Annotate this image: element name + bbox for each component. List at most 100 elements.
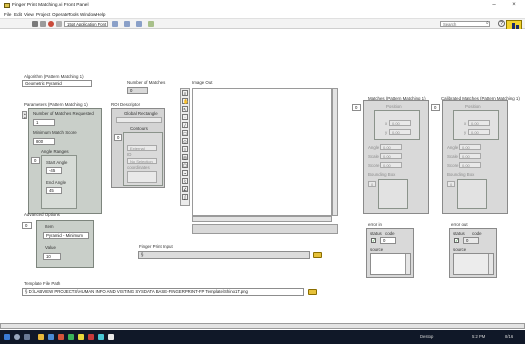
- min-match-score-input[interactable]: 800: [33, 138, 55, 145]
- menu-file[interactable]: File: [4, 12, 11, 17]
- template-browse-folder-icon[interactable]: [308, 289, 317, 295]
- panel-horizontal-scrollbar[interactable]: [0, 323, 525, 329]
- search-icon[interactable]: ⌕: [486, 20, 492, 27]
- contour-cluster: External ID No Selection coordinates: [123, 132, 163, 186]
- polygon-tool-icon[interactable]: ⬠: [182, 162, 188, 168]
- browser-icon[interactable]: [98, 334, 104, 340]
- contour-coordinates-array[interactable]: [127, 171, 157, 183]
- image-status-bar: [192, 224, 338, 234]
- angle-range-cluster: Start Angle -45 End Angle 45: [41, 155, 77, 209]
- file-explorer-icon[interactable]: [38, 334, 44, 340]
- start-angle-input[interactable]: -45: [46, 167, 62, 174]
- advanced-options-index[interactable]: 0: [22, 222, 32, 229]
- menu-window[interactable]: Window: [80, 12, 96, 17]
- task-view-icon[interactable]: [24, 334, 30, 340]
- font-select[interactable]: 15pt Application Font: [64, 21, 108, 27]
- advanced-item-ring[interactable]: Pyramid - Minimum: [43, 232, 89, 239]
- annulus-tool-icon[interactable]: ◎: [182, 154, 188, 160]
- rectangle-tool-icon[interactable]: □: [182, 130, 188, 136]
- advanced-options-cluster: Item Pyramid - Minimum Value 10: [36, 220, 94, 268]
- template-file-path-input[interactable]: § D:\LABVIEW PROJECTS\HUMAN INFO AND VIS…: [22, 288, 304, 296]
- tray-time: 5:2 PM: [472, 334, 486, 339]
- close-button[interactable]: ×: [508, 1, 520, 10]
- help-icon[interactable]: ?: [498, 20, 505, 27]
- window-title: Finger Print Matching.vi Front Panel: [12, 3, 89, 8]
- error-out-cluster: status code ✓ 0 source: [449, 228, 497, 278]
- calibrated-y-value: 0.00: [468, 129, 490, 135]
- office-icon[interactable]: [58, 334, 64, 340]
- matches-index[interactable]: 0: [352, 104, 361, 111]
- point-tool-icon[interactable]: ·: [182, 114, 188, 120]
- matches-scale-value: 0.00: [380, 153, 402, 159]
- image-vertical-scrollbar[interactable]: [332, 88, 338, 216]
- menu-operate[interactable]: Operate: [52, 12, 69, 17]
- select-arrow-icon[interactable]: ↖: [182, 106, 188, 112]
- labview-taskbar-icon[interactable]: [78, 334, 84, 340]
- tray-label: Destop: [420, 334, 434, 339]
- finger-print-browse-folder-icon[interactable]: [313, 252, 322, 258]
- error-in-source-scrollbar[interactable]: [405, 254, 410, 274]
- number-of-matches-indicator: 0: [127, 87, 148, 94]
- error-out-source-label: source: [453, 247, 467, 252]
- angle-ranges-index[interactable]: 0: [31, 157, 40, 164]
- pause-icon[interactable]: [56, 21, 62, 27]
- search-input[interactable]: Search: [440, 21, 490, 27]
- search-taskbar-icon[interactable]: [14, 334, 20, 340]
- run-arrow-icon[interactable]: [32, 21, 38, 27]
- image-tool-palette: ⌕ ✋ ↖ · / □ ◇ ○ ◎ ⬠ ~ ⌇ ∠ ʃ: [180, 88, 190, 206]
- freeline-tool-icon[interactable]: ʃ: [182, 194, 188, 200]
- polyline-tool-icon[interactable]: ⌇: [182, 178, 188, 184]
- pan-icon[interactable]: ✋: [182, 98, 189, 104]
- algorithm-ring[interactable]: Geometric Pyramid: [22, 80, 92, 87]
- align-objects-icon[interactable]: [112, 21, 118, 27]
- calibrated-matches-index[interactable]: 0: [431, 104, 440, 111]
- image-display[interactable]: [192, 88, 332, 216]
- menu-help[interactable]: Help: [96, 12, 105, 17]
- start-icon[interactable]: [4, 334, 10, 340]
- matches-requested-input[interactable]: 1: [33, 119, 55, 126]
- store-icon[interactable]: [68, 334, 74, 340]
- menu-edit[interactable]: Edit: [14, 12, 22, 17]
- calibrated-y-label: y: [464, 130, 467, 135]
- error-out-source-scrollbar[interactable]: [488, 254, 493, 274]
- distribute-objects-icon[interactable]: [124, 21, 130, 27]
- global-rectangle-array[interactable]: [116, 117, 162, 123]
- zoom-icon[interactable]: ⌕: [182, 90, 188, 96]
- run-continuously-icon[interactable]: [40, 21, 46, 27]
- calibrated-angle-value: 0.00: [459, 144, 481, 150]
- rotated-rectangle-tool-icon[interactable]: ◇: [182, 138, 188, 144]
- toolbar: 15pt Application Font Search ⌕ ?: [0, 19, 525, 29]
- freehand-tool-icon[interactable]: ~: [182, 170, 188, 176]
- broken-line-tool-icon[interactable]: ∠: [182, 186, 188, 192]
- error-in-status-label: status: [370, 231, 382, 236]
- contour-no-selection-ring[interactable]: No Selection: [127, 158, 157, 164]
- min-match-score-label: Minimum Match Score: [33, 130, 77, 135]
- menu-bar: File Edit View Project Operate Tools Win…: [0, 11, 525, 19]
- advanced-options-label: Advanced Options: [24, 212, 60, 217]
- image-horizontal-scrollbar[interactable]: [192, 216, 332, 222]
- reorder-icon[interactable]: [148, 21, 154, 27]
- error-in-status-checkbox[interactable]: ✓: [371, 238, 376, 243]
- contour-external-ring[interactable]: External: [127, 145, 157, 151]
- media-icon[interactable]: [88, 334, 94, 340]
- image-out-label: Image Out: [192, 80, 213, 85]
- menu-tools[interactable]: Tools: [68, 12, 79, 17]
- abort-icon[interactable]: [48, 21, 54, 27]
- calibrated-x-value: 0.00: [468, 120, 490, 126]
- contours-index[interactable]: 0: [114, 134, 122, 141]
- oval-tool-icon[interactable]: ○: [182, 146, 188, 152]
- menu-view[interactable]: View: [24, 12, 34, 17]
- error-in-code-input[interactable]: 0: [380, 237, 396, 244]
- resize-objects-icon[interactable]: [136, 21, 142, 27]
- end-angle-input[interactable]: 45: [46, 187, 62, 194]
- matches-bbox-label: Bounding Box: [368, 172, 396, 177]
- parameters-index-stepper[interactable]: [22, 111, 27, 120]
- advanced-value-input[interactable]: 10: [43, 253, 61, 260]
- edge-icon[interactable]: [48, 334, 54, 340]
- minimize-button[interactable]: –: [488, 1, 500, 10]
- finger-print-input-path[interactable]: §: [138, 251, 310, 259]
- line-tool-icon[interactable]: /: [182, 122, 188, 128]
- vi-window-icon[interactable]: [108, 334, 114, 340]
- menu-project[interactable]: Project: [36, 12, 50, 17]
- matches-y-value: 0.00: [389, 129, 411, 135]
